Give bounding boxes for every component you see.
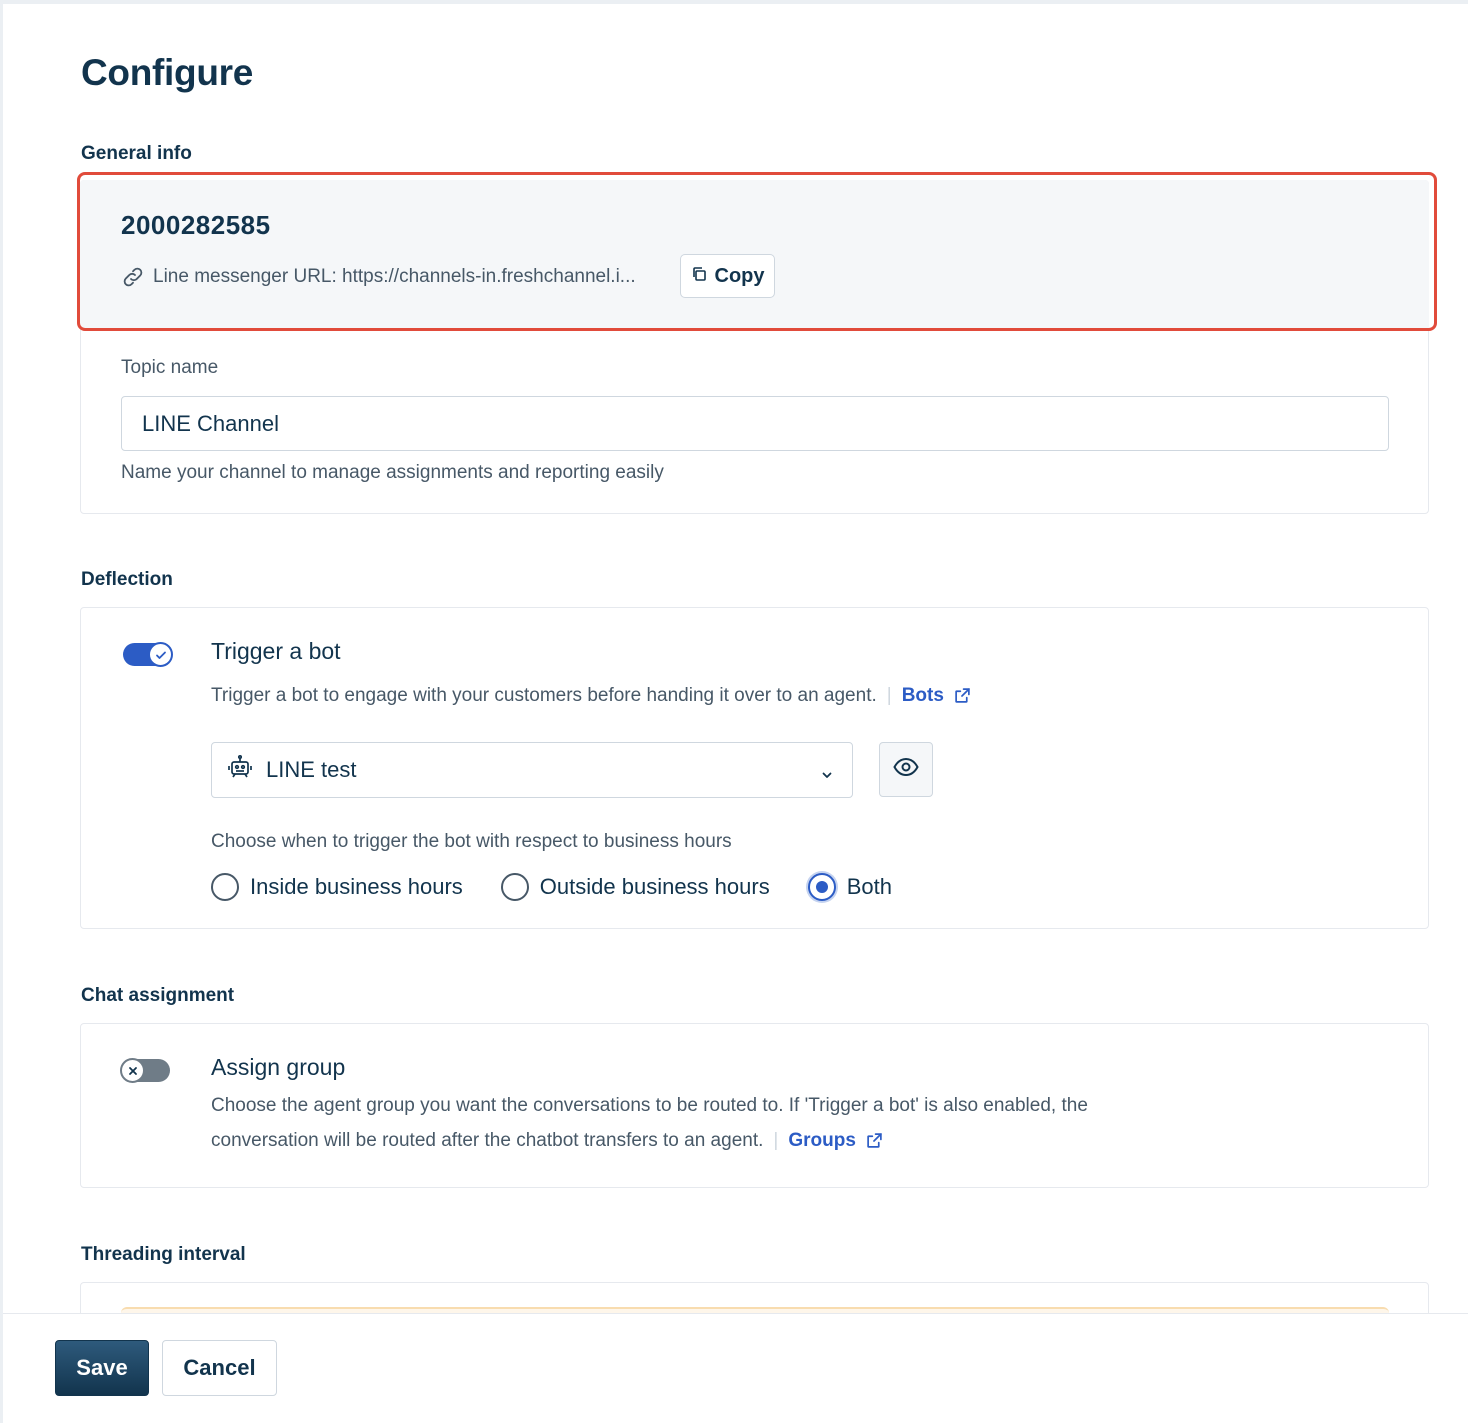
assign-group-title: Assign group — [211, 1054, 346, 1080]
bot-select[interactable]: LINE test — [211, 742, 853, 798]
radio-label: Both — [846, 874, 892, 899]
external-link-icon — [867, 1133, 882, 1148]
radio-outside-business-hours[interactable]: Outside business hours — [500, 873, 770, 901]
assign-group-description-text: conversation will be routed after the ch… — [211, 1130, 764, 1151]
close-icon — [128, 1066, 137, 1075]
highlight-box — [77, 172, 1437, 331]
copy-button-label: Copy — [714, 264, 765, 287]
copy-icon — [691, 265, 707, 288]
preview-bot-button[interactable] — [879, 742, 933, 797]
radio-inside-business-hours[interactable]: Inside business hours — [211, 873, 463, 901]
radio-label: Outside business hours — [539, 874, 770, 899]
business-hours-radio-group: Inside business hours Outside business h… — [211, 871, 930, 903]
trigger-bot-title: Trigger a bot — [211, 638, 341, 664]
chevron-down-icon — [820, 762, 834, 788]
selected-bot-value: LINE test — [266, 757, 357, 782]
topic-name-label: Topic name — [121, 357, 219, 378]
radio-dot — [815, 881, 828, 893]
bot-icon — [226, 753, 254, 787]
toggle-knob — [148, 642, 173, 667]
toggle-knob — [120, 1058, 145, 1083]
radio-both[interactable]: Both — [807, 873, 892, 901]
radio-circle — [211, 873, 239, 901]
threading-interval-heading: Threading interval — [81, 1244, 246, 1265]
channel-id: 2000282585 — [121, 210, 271, 240]
assign-group-description-line1: Choose the agent group you want the conv… — [211, 1095, 1088, 1116]
topic-name-helper: Name your channel to manage assignments … — [121, 462, 664, 483]
messenger-url-row: Line messenger URL: https://channels-in.… — [121, 263, 636, 291]
groups-link[interactable]: Groups — [788, 1123, 883, 1158]
chat-assignment-heading: Chat assignment — [81, 985, 235, 1006]
divider: | — [886, 685, 892, 706]
copy-button[interactable]: Copy — [680, 254, 775, 298]
external-link-icon — [955, 688, 970, 703]
check-icon — [155, 651, 166, 659]
link-icon — [121, 265, 145, 289]
page-title: Configure — [81, 52, 254, 93]
cancel-button[interactable]: Cancel — [162, 1340, 277, 1396]
save-button[interactable]: Save — [55, 1340, 149, 1396]
trigger-bot-toggle[interactable] — [123, 642, 173, 667]
topic-name-input[interactable]: LINE Channel — [121, 396, 1389, 451]
radio-label: Inside business hours — [250, 874, 463, 899]
general-info-heading: General info — [81, 143, 192, 164]
assign-group-description-line2: conversation will be routed after the ch… — [211, 1123, 883, 1158]
business-hours-prompt: Choose when to trigger the bot with resp… — [211, 831, 732, 852]
trigger-bot-description: Trigger a bot to engage with your custom… — [211, 678, 971, 713]
eye-icon — [893, 757, 919, 782]
trigger-bot-description-text: Trigger a bot to engage with your custom… — [211, 685, 877, 706]
bots-link[interactable]: Bots — [902, 678, 971, 713]
divider: | — [773, 1130, 779, 1151]
bots-link-label: Bots — [901, 685, 944, 706]
assign-group-toggle[interactable] — [120, 1058, 170, 1083]
groups-link-label: Groups — [788, 1130, 856, 1151]
radio-circle — [500, 873, 529, 901]
radio-circle — [807, 873, 836, 901]
deflection-heading: Deflection — [81, 569, 173, 590]
messenger-url-text: Line messenger URL: https://channels-in.… — [153, 266, 636, 287]
topic-name-value: LINE Channel — [142, 410, 279, 436]
